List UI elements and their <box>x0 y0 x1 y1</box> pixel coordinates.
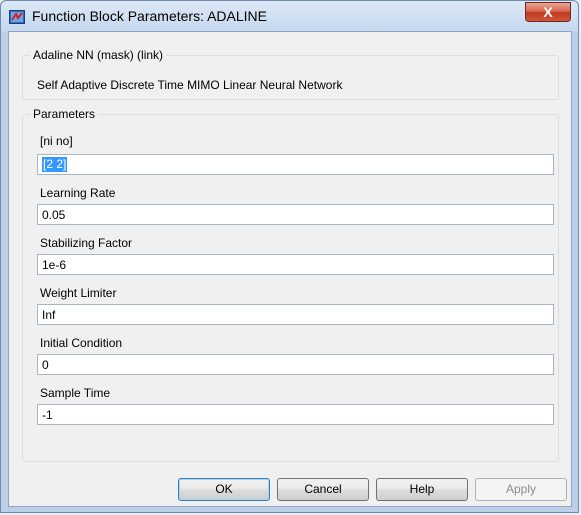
parameters-group-title: Parameters <box>30 107 99 121</box>
initial-condition-label: Initial Condition <box>40 336 123 350</box>
close-button[interactable]: X <box>525 2 571 22</box>
mask-description: Self Adaptive Discrete Time MIMO Linear … <box>37 78 343 92</box>
ni-no-label: [ni no] <box>40 134 73 148</box>
learning-rate-field[interactable] <box>37 204 554 225</box>
sample-time-label: Sample Time <box>40 386 111 400</box>
weight-limiter-field[interactable] <box>37 304 554 325</box>
help-button[interactable]: Help <box>376 478 468 501</box>
stabilizing-factor-label: Stabilizing Factor <box>40 236 133 250</box>
apply-button[interactable]: Apply <box>475 478 567 501</box>
weight-limiter-label: Weight Limiter <box>40 286 117 300</box>
stabilizing-factor-field[interactable] <box>37 254 554 275</box>
learning-rate-label: Learning Rate <box>40 186 116 200</box>
window-title: Function Block Parameters: ADALINE <box>32 8 267 24</box>
simulink-block-icon <box>9 9 25 25</box>
mask-group-title: Adaline NN (mask) (link) <box>30 48 167 62</box>
initial-condition-field[interactable] <box>37 354 554 375</box>
title-bar[interactable]: Function Block Parameters: ADALINE X <box>1 1 578 31</box>
ni-no-selected-text: [2 2] <box>42 157 68 172</box>
ni-no-field[interactable]: [2 2] <box>37 154 554 175</box>
ok-button[interactable]: OK <box>178 478 270 501</box>
sample-time-field[interactable] <box>37 404 554 425</box>
close-icon: X <box>543 4 553 20</box>
cancel-button[interactable]: Cancel <box>277 478 369 501</box>
